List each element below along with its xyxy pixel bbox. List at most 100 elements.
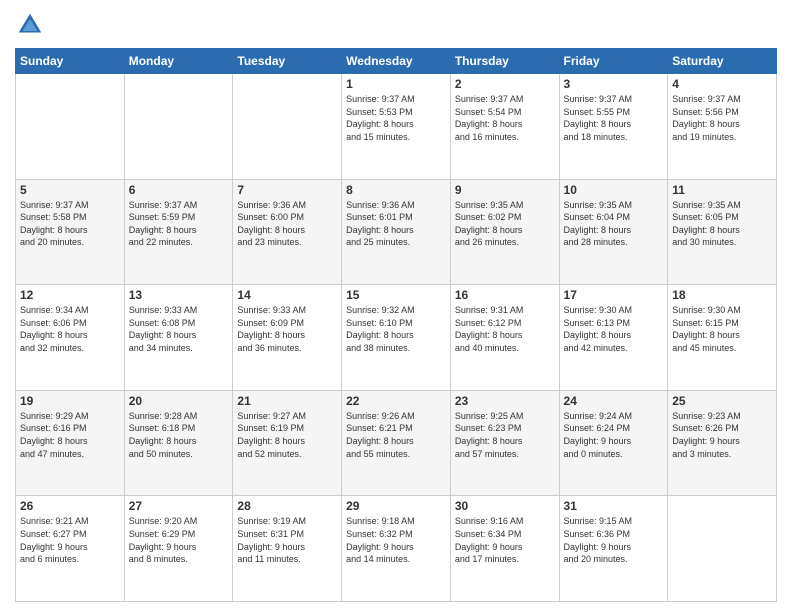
day-number: 5: [20, 183, 120, 197]
day-info: Sunrise: 9:37 AM Sunset: 5:55 PM Dayligh…: [564, 93, 664, 143]
day-info: Sunrise: 9:34 AM Sunset: 6:06 PM Dayligh…: [20, 304, 120, 354]
calendar-cell: 18Sunrise: 9:30 AM Sunset: 6:15 PM Dayli…: [668, 285, 777, 391]
day-info: Sunrise: 9:33 AM Sunset: 6:08 PM Dayligh…: [129, 304, 229, 354]
calendar-cell: 1 Sunrise: 9:37 AM Sunset: 5:53 PM Daylig…: [342, 74, 451, 180]
calendar-cell: 5 Sunrise: 9:37 AM Sunset: 5:58 PM Daylig…: [16, 179, 125, 285]
day-number: 30: [455, 499, 555, 513]
weekday-header-row: SundayMondayTuesdayWednesdayThursdayFrid…: [16, 49, 777, 74]
day-info: Sunrise: 9:27 AM Sunset: 6:19 PM Dayligh…: [237, 410, 337, 460]
day-info: Sunrise: 9:37 AM Sunset: 5:59 PM Dayligh…: [129, 199, 229, 249]
week-row-1: 1 Sunrise: 9:37 AM Sunset: 5:53 PM Daylig…: [16, 74, 777, 180]
calendar-cell: 20Sunrise: 9:28 AM Sunset: 6:18 PM Dayli…: [124, 390, 233, 496]
calendar-cell: 10Sunrise: 9:35 AM Sunset: 6:04 PM Dayli…: [559, 179, 668, 285]
day-number: 20: [129, 394, 229, 408]
week-row-2: 5 Sunrise: 9:37 AM Sunset: 5:58 PM Daylig…: [16, 179, 777, 285]
day-number: 13: [129, 288, 229, 302]
calendar-cell: 27 Sunrise: 9:20 AM Sunset: 6:29 PM Dayli…: [124, 496, 233, 602]
weekday-header-sunday: Sunday: [16, 49, 125, 74]
weekday-header-wednesday: Wednesday: [342, 49, 451, 74]
day-info: Sunrise: 9:20 AM Sunset: 6:29 PM Dayligh…: [129, 515, 229, 565]
day-number: 15: [346, 288, 446, 302]
day-number: 31: [564, 499, 664, 513]
day-number: 1: [346, 77, 446, 91]
day-number: 19: [20, 394, 120, 408]
day-info: Sunrise: 9:21 AM Sunset: 6:27 PM Dayligh…: [20, 515, 120, 565]
calendar-cell: 7 Sunrise: 9:36 AM Sunset: 6:00 PM Daylig…: [233, 179, 342, 285]
day-number: 7: [237, 183, 337, 197]
day-info: Sunrise: 9:18 AM Sunset: 6:32 PM Dayligh…: [346, 515, 446, 565]
logo: [15, 10, 49, 40]
calendar-cell: 21 Sunrise: 9:27 AM Sunset: 6:19 PM Dayli…: [233, 390, 342, 496]
page: SundayMondayTuesdayWednesdayThursdayFrid…: [0, 0, 792, 612]
week-row-3: 12 Sunrise: 9:34 AM Sunset: 6:06 PM Dayli…: [16, 285, 777, 391]
logo-icon: [15, 10, 45, 40]
weekday-header-tuesday: Tuesday: [233, 49, 342, 74]
day-number: 25: [672, 394, 772, 408]
calendar-cell: 12 Sunrise: 9:34 AM Sunset: 6:06 PM Dayli…: [16, 285, 125, 391]
day-info: Sunrise: 9:25 AM Sunset: 6:23 PM Dayligh…: [455, 410, 555, 460]
calendar-cell: 3 Sunrise: 9:37 AM Sunset: 5:55 PM Daylig…: [559, 74, 668, 180]
calendar-cell: 30 Sunrise: 9:16 AM Sunset: 6:34 PM Dayli…: [450, 496, 559, 602]
day-number: 28: [237, 499, 337, 513]
day-info: Sunrise: 9:29 AM Sunset: 6:16 PM Dayligh…: [20, 410, 120, 460]
day-number: 6: [129, 183, 229, 197]
day-info: Sunrise: 9:37 AM Sunset: 5:58 PM Dayligh…: [20, 199, 120, 249]
calendar-cell: [124, 74, 233, 180]
day-number: 9: [455, 183, 555, 197]
day-number: 21: [237, 394, 337, 408]
weekday-header-friday: Friday: [559, 49, 668, 74]
day-number: 14: [237, 288, 337, 302]
weekday-header-monday: Monday: [124, 49, 233, 74]
calendar-cell: 2 Sunrise: 9:37 AM Sunset: 5:54 PM Daylig…: [450, 74, 559, 180]
day-info: Sunrise: 9:36 AM Sunset: 6:00 PM Dayligh…: [237, 199, 337, 249]
calendar-cell: 8 Sunrise: 9:36 AM Sunset: 6:01 PM Daylig…: [342, 179, 451, 285]
weekday-header-thursday: Thursday: [450, 49, 559, 74]
day-info: Sunrise: 9:15 AM Sunset: 6:36 PM Dayligh…: [564, 515, 664, 565]
day-number: 8: [346, 183, 446, 197]
calendar-cell: [233, 74, 342, 180]
day-number: 29: [346, 499, 446, 513]
day-number: 22: [346, 394, 446, 408]
day-info: Sunrise: 9:35 AM Sunset: 6:02 PM Dayligh…: [455, 199, 555, 249]
calendar-cell: 28 Sunrise: 9:19 AM Sunset: 6:31 PM Dayli…: [233, 496, 342, 602]
header: [15, 10, 777, 40]
calendar-cell: 29 Sunrise: 9:18 AM Sunset: 6:32 PM Dayli…: [342, 496, 451, 602]
day-number: 17: [564, 288, 664, 302]
day-number: 24: [564, 394, 664, 408]
calendar-cell: 26Sunrise: 9:21 AM Sunset: 6:27 PM Dayli…: [16, 496, 125, 602]
day-info: Sunrise: 9:37 AM Sunset: 5:53 PM Dayligh…: [346, 93, 446, 143]
day-number: 16: [455, 288, 555, 302]
day-number: 3: [564, 77, 664, 91]
calendar-cell: 17 Sunrise: 9:30 AM Sunset: 6:13 PM Dayli…: [559, 285, 668, 391]
week-row-5: 26Sunrise: 9:21 AM Sunset: 6:27 PM Dayli…: [16, 496, 777, 602]
day-info: Sunrise: 9:16 AM Sunset: 6:34 PM Dayligh…: [455, 515, 555, 565]
day-number: 2: [455, 77, 555, 91]
day-info: Sunrise: 9:19 AM Sunset: 6:31 PM Dayligh…: [237, 515, 337, 565]
day-info: Sunrise: 9:31 AM Sunset: 6:12 PM Dayligh…: [455, 304, 555, 354]
calendar-cell: 16 Sunrise: 9:31 AM Sunset: 6:12 PM Dayli…: [450, 285, 559, 391]
day-number: 11: [672, 183, 772, 197]
day-info: Sunrise: 9:37 AM Sunset: 5:54 PM Dayligh…: [455, 93, 555, 143]
calendar-cell: 15 Sunrise: 9:32 AM Sunset: 6:10 PM Dayli…: [342, 285, 451, 391]
day-info: Sunrise: 9:26 AM Sunset: 6:21 PM Dayligh…: [346, 410, 446, 460]
calendar-cell: 19 Sunrise: 9:29 AM Sunset: 6:16 PM Dayli…: [16, 390, 125, 496]
day-info: Sunrise: 9:24 AM Sunset: 6:24 PM Dayligh…: [564, 410, 664, 460]
calendar-cell: [16, 74, 125, 180]
calendar-cell: 23Sunrise: 9:25 AM Sunset: 6:23 PM Dayli…: [450, 390, 559, 496]
calendar-cell: 6 Sunrise: 9:37 AM Sunset: 5:59 PM Daylig…: [124, 179, 233, 285]
day-info: Sunrise: 9:30 AM Sunset: 6:13 PM Dayligh…: [564, 304, 664, 354]
calendar-cell: 9 Sunrise: 9:35 AM Sunset: 6:02 PM Daylig…: [450, 179, 559, 285]
day-number: 4: [672, 77, 772, 91]
day-number: 12: [20, 288, 120, 302]
week-row-4: 19 Sunrise: 9:29 AM Sunset: 6:16 PM Dayli…: [16, 390, 777, 496]
calendar-cell: 14Sunrise: 9:33 AM Sunset: 6:09 PM Dayli…: [233, 285, 342, 391]
day-info: Sunrise: 9:36 AM Sunset: 6:01 PM Dayligh…: [346, 199, 446, 249]
calendar-cell: 24 Sunrise: 9:24 AM Sunset: 6:24 PM Dayli…: [559, 390, 668, 496]
day-number: 27: [129, 499, 229, 513]
calendar: SundayMondayTuesdayWednesdayThursdayFrid…: [15, 48, 777, 602]
calendar-cell: 22 Sunrise: 9:26 AM Sunset: 6:21 PM Dayli…: [342, 390, 451, 496]
weekday-header-saturday: Saturday: [668, 49, 777, 74]
calendar-cell: [668, 496, 777, 602]
day-info: Sunrise: 9:32 AM Sunset: 6:10 PM Dayligh…: [346, 304, 446, 354]
calendar-cell: 11Sunrise: 9:35 AM Sunset: 6:05 PM Dayli…: [668, 179, 777, 285]
